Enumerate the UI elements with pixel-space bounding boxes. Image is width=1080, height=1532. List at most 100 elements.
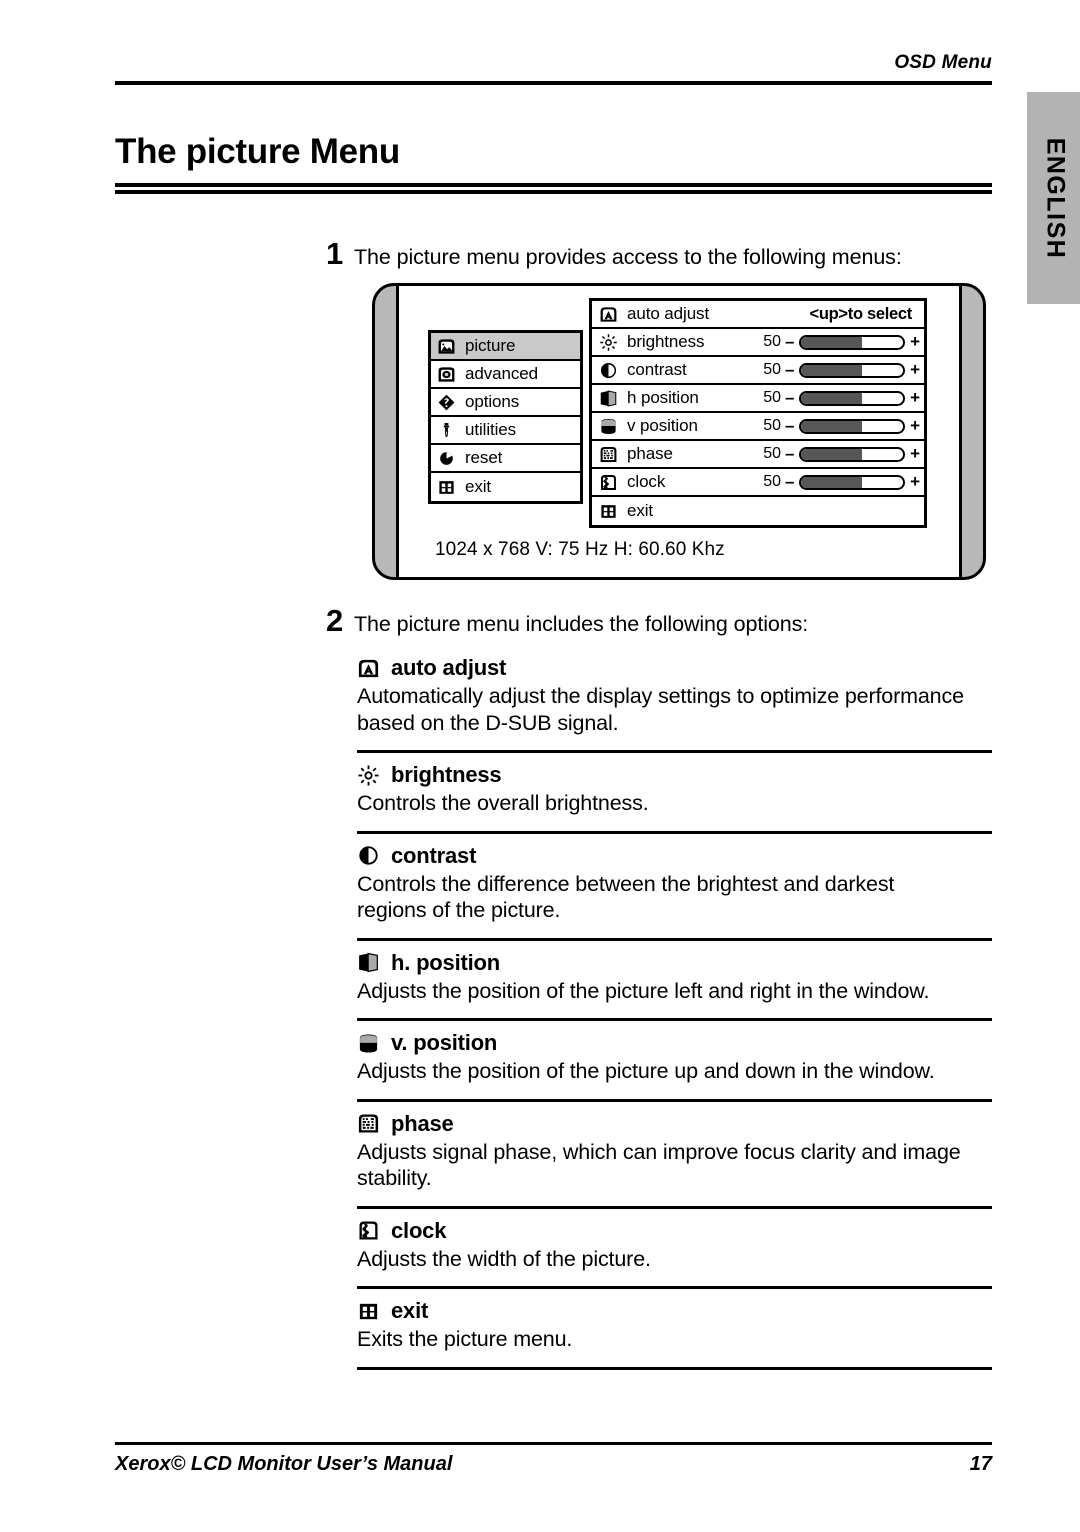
osd-row-label: phase — [627, 444, 673, 463]
osd-decrease-button[interactable]: – — [781, 444, 798, 464]
option-exit: exit Exits the picture menu. — [357, 1298, 992, 1358]
osd-slider[interactable] — [799, 334, 906, 350]
osd-slider[interactable] — [799, 474, 906, 490]
osd-row-value: 50 — [763, 361, 781, 378]
option-h-position: h. position Adjusts the position of the p… — [357, 950, 992, 1010]
monitor-screen: picture advanced options utilities reset exit… — [396, 286, 962, 577]
osd-increase-button[interactable]: + — [906, 360, 924, 380]
options-icon — [437, 393, 456, 412]
osd-row-clock[interactable]: clock 50– + — [592, 469, 924, 497]
option-heading: exit — [357, 1298, 992, 1324]
option-description: Adjusts the width of the picture. — [357, 1246, 651, 1271]
v-position-icon — [599, 417, 618, 436]
osd-row-h-position[interactable]: h position 50– + — [592, 385, 924, 413]
osd-sidebar-item-label: picture — [465, 336, 516, 355]
v-position-icon — [357, 1032, 380, 1055]
osd-slider[interactable] — [799, 418, 906, 434]
option-description: Controls the difference between the brig… — [357, 871, 895, 923]
phase-icon — [357, 1112, 380, 1135]
osd-increase-button[interactable]: + — [906, 332, 924, 352]
option-separator — [357, 1286, 992, 1289]
option-name: exit — [391, 1298, 429, 1323]
osd-decrease-button[interactable]: – — [781, 388, 798, 408]
osd-row-label: h position — [627, 388, 699, 407]
option-description: Adjusts the position of the picture up a… — [357, 1059, 935, 1083]
osd-slider[interactable] — [799, 446, 906, 462]
clock-icon — [599, 473, 618, 492]
option-heading: brightness — [357, 762, 992, 788]
osd-slider-fill — [801, 476, 863, 488]
option-description-list: auto adjust Automatically adjust the disp… — [357, 655, 992, 1379]
osd-row-label: auto adjust — [627, 304, 710, 323]
option-name: auto adjust — [391, 655, 507, 680]
clock-icon — [357, 1219, 380, 1242]
option-heading: auto adjust — [357, 655, 992, 681]
osd-slider-fill — [801, 448, 863, 460]
osd-menu-illustration: picture advanced options utilities reset exit… — [372, 283, 986, 580]
option-description: Adjusts signal phase, which can improve … — [357, 1139, 961, 1191]
osd-slider[interactable] — [799, 390, 906, 406]
option-separator — [357, 750, 992, 753]
option-name: clock — [391, 1217, 447, 1243]
option-name: h. position — [391, 949, 501, 975]
osd-row-brightness[interactable]: brightness 50– + — [592, 329, 924, 357]
osd-sidebar-item-utilities[interactable]: utilities — [431, 417, 580, 445]
auto-adjust-icon — [357, 657, 380, 680]
osd-row-hint: <up>to select — [809, 304, 913, 323]
option-heading: v. position — [357, 1030, 992, 1056]
osd-increase-button[interactable]: + — [906, 416, 924, 436]
option-name: contrast — [391, 842, 477, 868]
step-1: 1 The picture menu provides access to th… — [326, 236, 902, 272]
osd-sidebar-item-label: advanced — [465, 364, 538, 383]
osd-row-exit[interactable]: exit — [592, 497, 924, 525]
picture-icon — [437, 337, 456, 356]
footer-page-number: 17 — [969, 1453, 992, 1475]
osd-increase-button[interactable]: + — [906, 388, 924, 408]
osd-row-auto-adjust[interactable]: auto adjust <up>to select — [592, 301, 924, 329]
osd-row-value: 50 — [763, 473, 781, 490]
osd-slider-fill — [801, 420, 863, 432]
osd-sidebar-item-options[interactable]: options — [431, 389, 580, 417]
option-v-position: v. position Adjusts the position of the p… — [357, 1030, 992, 1090]
option-clock: clock Adjusts the width of the picture. — [357, 1218, 992, 1278]
osd-sidebar-item-reset[interactable]: reset — [431, 445, 580, 473]
brightness-icon — [599, 333, 618, 352]
osd-sidebar-item-exit[interactable]: exit — [431, 473, 580, 501]
osd-row-contrast[interactable]: contrast 50– + — [592, 357, 924, 385]
option-contrast: contrast Controls the difference between … — [357, 843, 992, 929]
osd-sidebar-item-label: reset — [465, 448, 503, 467]
osd-row-label: brightness — [627, 332, 705, 351]
osd-increase-button[interactable]: + — [906, 472, 924, 492]
auto-adjust-icon — [599, 305, 618, 324]
option-description: Exits the picture menu. — [357, 1327, 573, 1351]
osd-slider-fill — [801, 364, 863, 376]
option-separator — [357, 830, 992, 834]
option-auto-adjust: auto adjust Automatically adjust the disp… — [357, 655, 992, 741]
osd-row-label: v position — [627, 416, 698, 435]
osd-sidebar-item-advanced[interactable]: advanced — [431, 361, 580, 389]
osd-decrease-button[interactable]: – — [781, 332, 798, 352]
osd-sidebar-item-picture[interactable]: picture — [431, 333, 580, 361]
title-rule — [115, 183, 992, 194]
option-separator — [357, 1366, 992, 1370]
osd-row-label: clock — [627, 472, 666, 491]
title-block: The picture Menu — [115, 132, 992, 194]
osd-decrease-button[interactable]: – — [781, 472, 798, 492]
exit-icon — [437, 478, 456, 497]
step-2-number: 2 — [326, 603, 344, 638]
option-heading: clock — [357, 1218, 992, 1244]
page-footer: Xerox© LCD Monitor User’s Manual 17 — [115, 1442, 992, 1476]
osd-increase-button[interactable]: + — [906, 444, 924, 464]
reset-icon — [437, 449, 456, 468]
step-2-text: The picture menu includes the following … — [354, 612, 809, 636]
osd-row-phase[interactable]: phase 50– + — [592, 441, 924, 469]
osd-slider[interactable] — [799, 362, 906, 378]
language-tab: ENGLISH — [1027, 92, 1080, 304]
running-head: OSD Menu — [894, 52, 992, 73]
footer-manual-title: Xerox© LCD Monitor User’s Manual — [115, 1453, 453, 1475]
h-position-icon — [599, 389, 618, 408]
exit-icon — [357, 1300, 380, 1323]
osd-decrease-button[interactable]: – — [781, 360, 798, 380]
osd-row-v-position[interactable]: v position 50– + — [592, 413, 924, 441]
osd-decrease-button[interactable]: – — [781, 416, 798, 436]
